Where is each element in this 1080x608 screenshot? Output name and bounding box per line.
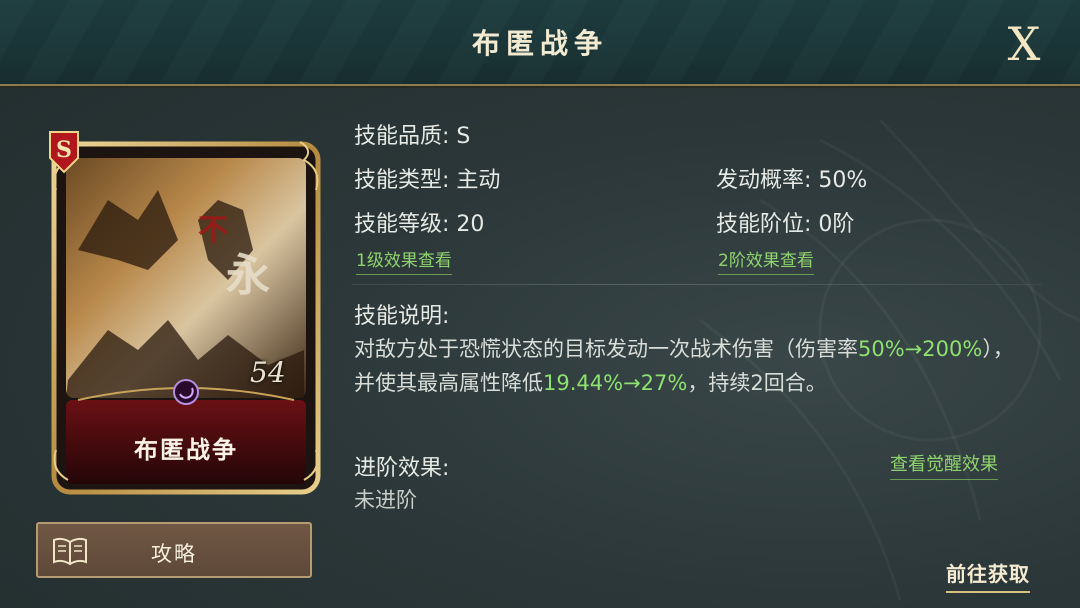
- guide-button[interactable]: 攻略: [36, 522, 312, 578]
- skill-card: 不 永 S 54 布匿战争: [48, 130, 324, 496]
- skill-quality: 技能品质: S: [354, 124, 471, 149]
- skill-description: 对敌方处于恐慌状态的目标发动一次战术伤害（伤害率50%→200%），并使其最高属…: [354, 332, 1026, 400]
- desc-text-1: 对敌方处于恐慌状态的目标发动一次战术伤害（伤害率: [354, 337, 858, 361]
- awaken-effect-link[interactable]: 查看觉醒效果: [890, 450, 998, 480]
- attribute-reduction-highlight: 19.44%→27%: [543, 371, 688, 395]
- guide-button-label: 攻略: [151, 542, 197, 566]
- grade-badge-icon: S: [49, 131, 79, 174]
- level1-effect-link[interactable]: 1级效果查看: [356, 246, 452, 275]
- svg-text:永: 永: [226, 250, 270, 301]
- svg-text:不: 不: [198, 213, 228, 248]
- trigger-rate: 发动概率: 50%: [716, 168, 868, 193]
- sickle-icon: [173, 379, 199, 405]
- card-level-mark: 54: [250, 356, 286, 389]
- skill-detail-panel: 布匿战争 X 不 永 S 54 布匿战争 攻略 技能品质: S 技能类型: 主动…: [0, 0, 1080, 608]
- page-title: 布匿战争: [471, 27, 608, 60]
- divider: [352, 284, 1042, 285]
- desc-text-3: ，持续2回合。: [687, 371, 827, 395]
- go-obtain-button[interactable]: 前往获取: [946, 558, 1030, 593]
- skill-level: 技能等级: 20: [354, 212, 485, 237]
- advance-title: 进阶效果:: [354, 456, 450, 481]
- damage-rate-highlight: 50%→200%: [858, 337, 983, 361]
- advance-status: 未进阶: [354, 488, 417, 512]
- card-name: 布匿战争: [134, 436, 238, 464]
- description-title: 技能说明:: [354, 304, 450, 329]
- skill-tier: 技能阶位: 0阶: [716, 212, 855, 237]
- title-bar: 布匿战争 X: [0, 0, 1080, 86]
- skill-type: 技能类型: 主动: [354, 168, 501, 193]
- tier2-effect-link[interactable]: 2阶效果查看: [718, 246, 814, 275]
- svg-text:S: S: [56, 137, 72, 163]
- close-button[interactable]: X: [996, 18, 1052, 70]
